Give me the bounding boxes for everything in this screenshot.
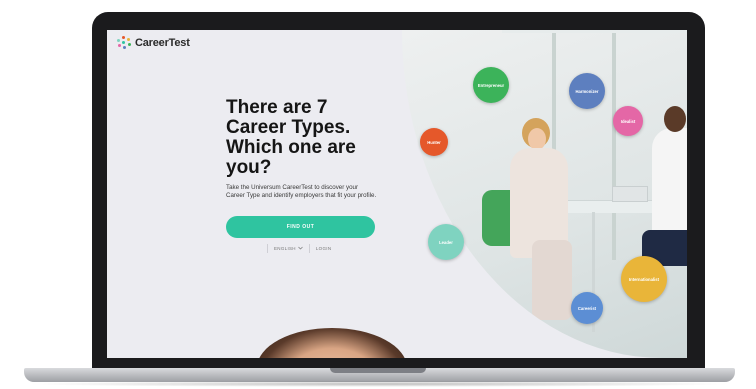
career-type-label: Harmonizer <box>575 88 599 94</box>
brand-logo[interactable]: CareerTest <box>117 36 190 50</box>
woman-legs <box>532 240 572 320</box>
brand-name: CareerTest <box>135 37 190 49</box>
divider <box>267 244 268 253</box>
portrait-image <box>257 328 407 358</box>
laptop-shadow <box>24 381 735 387</box>
find-out-button[interactable]: FIND OUT <box>226 216 375 238</box>
woman-face <box>528 128 546 150</box>
laptop-notch <box>330 368 426 373</box>
window-frame <box>612 30 616 260</box>
page-title: There are 7 Career Types. Which one are … <box>226 97 356 178</box>
laptop-on-desk <box>612 186 648 202</box>
career-type-bubble[interactable]: Internationalist <box>621 256 667 302</box>
language-login-row: ENGLISH LOGIN <box>267 244 331 253</box>
career-type-bubble[interactable]: Idealist <box>613 106 643 136</box>
career-type-bubble[interactable]: Entrepreneur <box>473 67 509 103</box>
career-type-label: Careerist <box>577 305 597 311</box>
window-frame <box>502 30 687 33</box>
language-selector[interactable]: ENGLISH <box>274 246 303 251</box>
career-type-label: Internationalist <box>628 276 659 282</box>
career-type-label: Idealist <box>620 118 636 124</box>
hero-photo <box>402 30 687 358</box>
laptop-screen: CareerTest There are 7 Career Types. Whi… <box>107 30 687 358</box>
career-type-bubble[interactable]: Hunter <box>420 128 448 156</box>
career-type-bubble[interactable]: Leader <box>428 224 464 260</box>
language-label: ENGLISH <box>274 246 296 251</box>
divider <box>308 244 310 253</box>
career-type-label: Hunter <box>427 139 441 145</box>
hero-description: Take the Universum CareerTest to discove… <box>226 184 377 199</box>
coworker-head <box>664 106 686 132</box>
career-type-label: Leader <box>439 239 453 245</box>
logo-icon <box>117 36 131 50</box>
career-type-bubble[interactable]: Careerist <box>571 292 603 324</box>
login-link[interactable]: LOGIN <box>316 246 332 251</box>
career-type-label: Entrepreneur <box>477 82 505 88</box>
career-type-bubble[interactable]: Harmonizer <box>569 73 605 109</box>
chevron-down-icon <box>298 246 303 251</box>
